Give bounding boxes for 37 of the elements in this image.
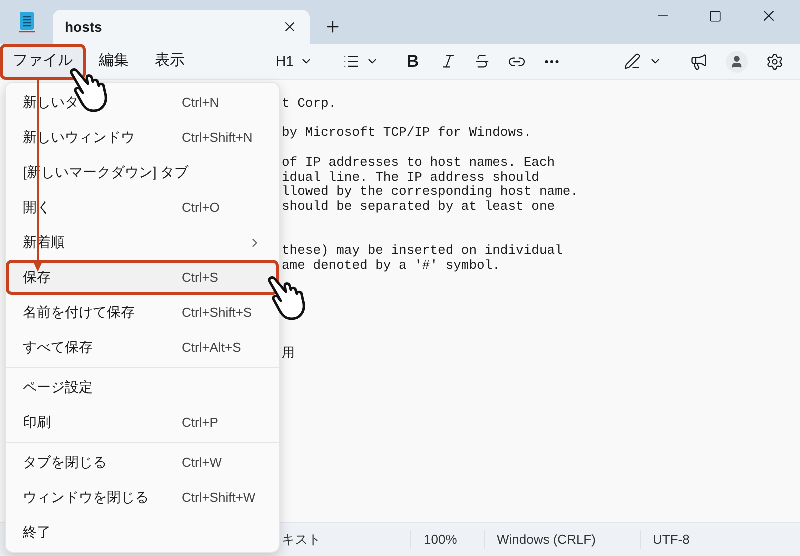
menu-item[interactable]: すべて保存 Ctrl+Alt+S bbox=[6, 330, 279, 365]
menu-item[interactable]: ウィンドウを閉じる Ctrl+Shift+W bbox=[6, 480, 279, 515]
menu-item[interactable]: タブを閉じる Ctrl+W bbox=[6, 445, 279, 480]
menu-item[interactable]: ページ設定 bbox=[6, 370, 279, 405]
avatar-icon[interactable] bbox=[726, 50, 748, 72]
megaphone-icon[interactable] bbox=[690, 52, 708, 70]
list-icon[interactable] bbox=[342, 53, 360, 70]
menu-item[interactable]: 印刷 Ctrl+P bbox=[6, 405, 279, 440]
menu-item[interactable]: 終了 bbox=[6, 515, 279, 550]
settings-icon[interactable] bbox=[766, 52, 784, 70]
menu-item[interactable]: 保存 Ctrl+S bbox=[6, 260, 279, 295]
zoom-level: 100% bbox=[410, 530, 484, 550]
text-line: idual line. The IP address should bbox=[282, 170, 540, 184]
heading-dropdown[interactable]: H1 bbox=[268, 51, 321, 72]
bold-button[interactable]: B bbox=[402, 48, 424, 74]
text-line: ame denoted by a '#' symbol. bbox=[282, 258, 500, 273]
maximize-icon[interactable] bbox=[709, 10, 722, 22]
text-line: of IP addresses to host names. Each bbox=[282, 154, 556, 170]
text-line: 用 bbox=[282, 346, 295, 361]
line-ending: Windows (CRLF) bbox=[484, 530, 640, 550]
text-line: t Corp. bbox=[282, 96, 337, 111]
text-line: should be separated by at least one bbox=[282, 198, 556, 214]
document-tab[interactable]: hosts bbox=[53, 10, 310, 44]
menu-tab[interactable]: 編集 bbox=[86, 44, 142, 80]
menu-item[interactable]: 新しいウィンドウ Ctrl+Shift+N bbox=[6, 120, 279, 155]
notepad-icon bbox=[18, 11, 36, 33]
menu-item[interactable]: 新しいタ Ctrl+N bbox=[6, 85, 279, 120]
menu-tab[interactable]: 表示 bbox=[142, 44, 198, 80]
strikethrough-icon[interactable] bbox=[474, 53, 492, 70]
encoding: UTF-8 bbox=[640, 530, 690, 550]
menu-tab[interactable]: ファイル bbox=[0, 44, 86, 80]
text-line: by Microsoft TCP/IP for Windows. bbox=[282, 125, 532, 140]
menu-item[interactable]: 名前を付けて保存 Ctrl+Shift+S bbox=[6, 295, 279, 330]
menu-item[interactable]: 開く Ctrl+O bbox=[6, 190, 279, 225]
text-line: llowed by the corresponding host name. bbox=[282, 184, 578, 200]
text-line: these) may be inserted on individual bbox=[282, 243, 563, 258]
status-text: キスト bbox=[282, 530, 322, 549]
